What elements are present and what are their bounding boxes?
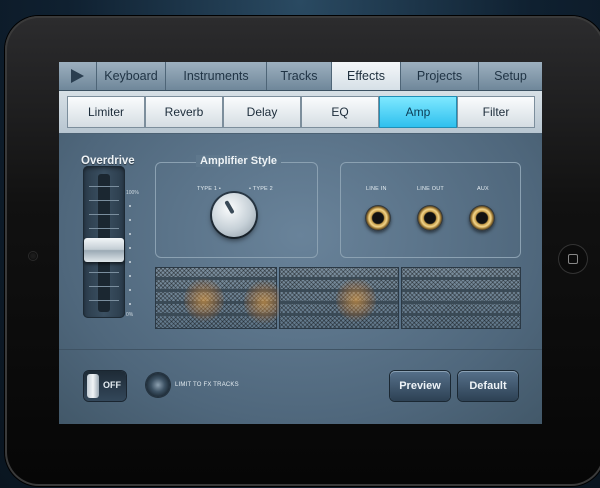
fader-max-label: 100% — [126, 190, 139, 196]
fader-scale-dot — [129, 261, 131, 263]
limit-to-fx-tracks-radio[interactable] — [146, 373, 170, 397]
speaker-grille-left — [155, 267, 284, 329]
play-button[interactable] — [59, 62, 97, 90]
fader-tick — [89, 300, 119, 301]
footer-divider — [59, 349, 542, 350]
amplifier-style-title: Amplifier Style — [196, 155, 282, 167]
fader-scale-dot — [129, 275, 131, 277]
type1-label: TYPE 1 • — [197, 186, 222, 192]
preview-label: Preview — [399, 380, 441, 392]
type2-label: • TYPE 2 — [249, 186, 273, 192]
fader-tick — [89, 200, 119, 201]
line-in-label: LINE IN — [366, 186, 387, 192]
line-out-label: LINE OUT — [417, 186, 444, 192]
default-button[interactable]: Default — [458, 371, 518, 401]
effect-delay[interactable]: Delay — [223, 96, 301, 128]
tab-instruments[interactable]: Instruments — [166, 62, 267, 90]
grille-bar — [156, 277, 276, 280]
aux-jack[interactable] — [469, 205, 495, 231]
fader-scale-dot — [129, 219, 131, 221]
effect-label: EQ — [331, 105, 349, 119]
effect-filter[interactable]: Filter — [457, 96, 535, 128]
fader-tick — [89, 286, 119, 287]
tab-label: Instruments — [183, 69, 249, 83]
limit-to-fx-tracks-label: LIMIT TO FX TRACKS — [175, 382, 239, 388]
grille-bar — [402, 313, 520, 316]
grille-bar — [402, 277, 520, 280]
fader-scale-dot — [129, 289, 131, 291]
fader-tick — [89, 186, 119, 187]
toggle-label: OFF — [103, 380, 121, 390]
speaker-grille-center — [279, 267, 399, 329]
tab-label: Keyboard — [104, 69, 158, 83]
tab-label: Setup — [494, 69, 527, 83]
tab-label: Projects — [416, 69, 463, 83]
tube-glow — [184, 278, 224, 322]
tab-setup[interactable]: Setup — [479, 62, 542, 90]
toggle-knob — [87, 374, 99, 398]
play-icon — [71, 69, 84, 83]
tab-label: Effects — [347, 69, 385, 83]
tab-keyboard[interactable]: Keyboard — [97, 62, 166, 90]
effect-amp[interactable]: Amp — [379, 96, 457, 128]
fader-tick — [89, 228, 119, 229]
effect-label: Reverb — [164, 105, 204, 119]
overdrive-fader-handle[interactable] — [84, 238, 124, 262]
tab-effects[interactable]: Effects — [332, 62, 401, 90]
knob-indicator — [224, 200, 235, 215]
speaker-grille-right — [401, 267, 521, 329]
fader-scale-dot — [129, 205, 131, 207]
grille-bar — [280, 277, 398, 280]
fader-scale-dot — [129, 247, 131, 249]
fader-scale-dot — [129, 233, 131, 235]
fader-scale-dot — [129, 303, 131, 305]
fader-min-label: 0% — [126, 312, 134, 318]
tab-tracks[interactable]: Tracks — [267, 62, 332, 90]
home-icon — [568, 254, 578, 264]
tab-projects[interactable]: Projects — [401, 62, 479, 90]
fader-tick — [89, 272, 119, 273]
tube-glow — [244, 280, 284, 324]
effect-label: Filter — [482, 105, 510, 119]
effect-limiter[interactable]: Limiter — [67, 96, 145, 128]
app-screen: Keyboard Instruments Tracks Effects Proj… — [59, 62, 542, 424]
grille-bar — [280, 313, 398, 316]
tube-glow — [336, 278, 376, 322]
effect-eq[interactable]: EQ — [301, 96, 379, 128]
grille-bar — [402, 301, 520, 304]
grille-bar — [402, 289, 520, 292]
tab-label: Tracks — [280, 69, 318, 83]
default-label: Default — [469, 380, 507, 392]
effects-bar: Limiter Reverb Delay EQ Amp Filter — [59, 91, 542, 134]
effect-label: Limiter — [87, 105, 124, 119]
home-button[interactable] — [558, 244, 588, 274]
amplifier-style-knob[interactable] — [212, 193, 256, 237]
effect-label: Amp — [405, 105, 431, 119]
effect-label: Delay — [246, 105, 278, 119]
amp-power-toggle[interactable]: OFF — [84, 371, 126, 401]
aux-label: AUX — [477, 186, 489, 192]
effect-reverb[interactable]: Reverb — [145, 96, 223, 128]
fader-tick — [89, 214, 119, 215]
tab-bar: Keyboard Instruments Tracks Effects Proj… — [59, 62, 542, 91]
preview-button[interactable]: Preview — [390, 371, 450, 401]
line-in-jack[interactable] — [365, 205, 391, 231]
line-out-jack[interactable] — [417, 205, 443, 231]
camera — [29, 252, 37, 260]
